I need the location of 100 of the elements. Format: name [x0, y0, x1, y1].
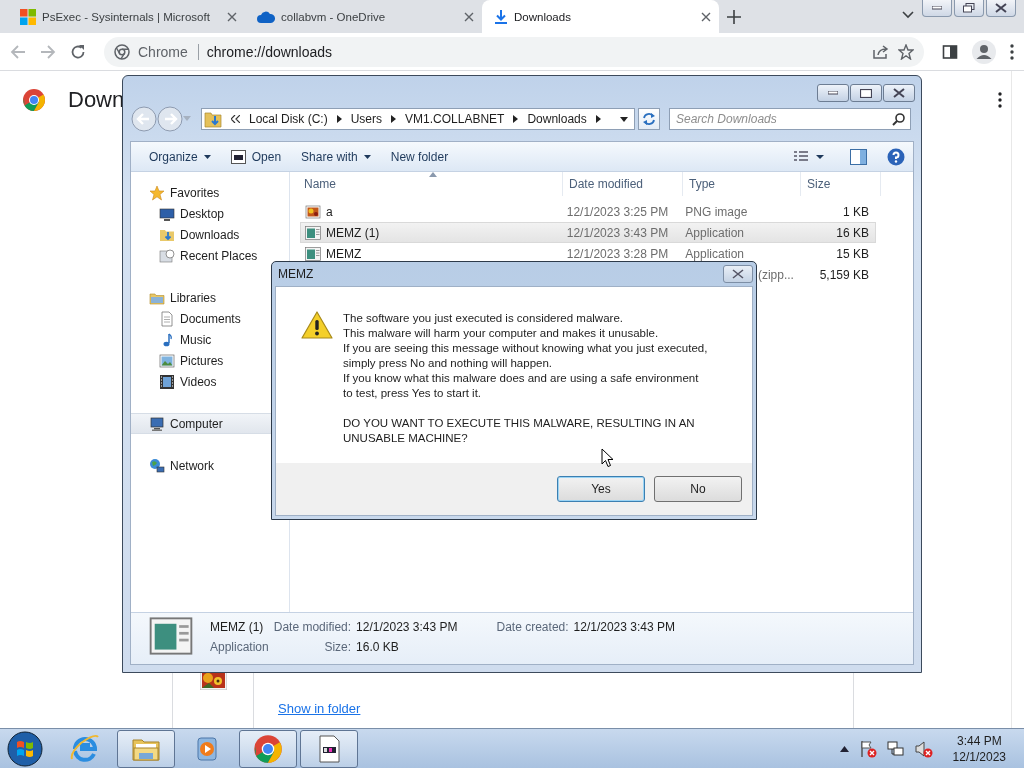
new-tab-icon[interactable] [727, 9, 741, 24]
menu-icon[interactable] [1010, 43, 1014, 60]
address-bar[interactable]: Chrome chrome://downloads [104, 36, 924, 67]
field-value: 12/1/2023 3:43 PM [573, 620, 676, 634]
file-row[interactable]: MEMZ 12/1/2023 3:28 PM Application 15 KB [300, 243, 876, 264]
maximize-icon [860, 88, 872, 98]
browser-tab[interactable]: Downloads [482, 0, 719, 33]
close-icon[interactable] [701, 11, 711, 22]
dialog-button[interactable]: No [654, 476, 742, 502]
file-name: MEMZ [326, 246, 362, 261]
command-button[interactable]: New folder [382, 146, 457, 167]
windows-logo-icon [20, 8, 36, 25]
chrome-logo-icon [253, 733, 283, 764]
nav-item[interactable]: Favorites [131, 182, 289, 203]
arrow-right-icon[interactable] [595, 115, 601, 123]
application-icon [305, 246, 321, 261]
site-chip: Chrome [138, 43, 199, 60]
flag-error-icon[interactable] [858, 739, 877, 758]
nav-item[interactable]: Music [131, 329, 289, 350]
close-icon[interactable] [227, 11, 237, 22]
file-row[interactable]: MEMZ (1) 12/1/2023 3:43 PM Application 16 KB [300, 222, 876, 243]
address-bar[interactable]: Local Disk (C:) Users VM1.COLLABNET Downloads [201, 108, 635, 130]
view-options-icon[interactable] [794, 149, 824, 164]
restore-button[interactable] [954, 0, 984, 17]
chrome-logo-icon [22, 88, 46, 112]
nav-item[interactable]: Documents [131, 308, 289, 329]
back-icon[interactable] [131, 106, 157, 132]
file-row[interactable]: a 12/1/2023 3:25 PM PNG image 1 KB [300, 201, 876, 222]
menu-icon[interactable] [998, 92, 1002, 108]
close-icon[interactable] [464, 11, 474, 22]
start-button[interactable] [6, 729, 44, 768]
browser-tab[interactable]: PsExec - Sysinternals | Microsoft [8, 0, 245, 33]
search-field[interactable]: Search Downloads [669, 108, 911, 130]
minimize-icon [932, 6, 942, 10]
nav-item[interactable]: Pictures [131, 350, 289, 371]
file-size: 1 KB [843, 204, 869, 219]
reload-icon[interactable] [70, 43, 86, 60]
nav-item[interactable]: Videos [131, 371, 289, 392]
show-hidden-icons-icon[interactable] [839, 745, 849, 752]
refresh-button[interactable] [638, 108, 660, 130]
url-text: chrome://downloads [206, 43, 334, 60]
browser-tab[interactable]: collabvm - OneDrive [245, 0, 482, 33]
column-header[interactable]: Type [683, 172, 801, 196]
nav-item[interactable]: Downloads [131, 224, 289, 245]
desktop-icon [159, 205, 175, 222]
breadcrumb-item[interactable]: Local Disk (C:) [249, 112, 328, 126]
nav-item[interactable]: Libraries [131, 287, 289, 308]
volume-muted-icon[interactable] [914, 739, 933, 758]
file-size: 16 KB [836, 225, 869, 240]
close-button[interactable] [883, 84, 915, 102]
star-icon [149, 184, 165, 201]
explorer-taskbar-button[interactable] [117, 729, 175, 768]
arrow-right-icon[interactable] [336, 115, 342, 123]
refresh-icon [642, 112, 656, 126]
command-menu[interactable]: Organize [141, 146, 219, 167]
arrow-right-icon[interactable] [513, 115, 519, 123]
close-button[interactable] [723, 265, 753, 283]
column-header[interactable]: Date modified [563, 172, 683, 196]
star-icon[interactable] [898, 43, 914, 60]
profile-icon[interactable] [972, 39, 996, 64]
dialog-button[interactable]: Yes [557, 476, 645, 502]
close-icon [893, 88, 905, 98]
column-header[interactable]: Size [801, 172, 881, 196]
field-label: Date modified: [273, 620, 352, 634]
internet-explorer-icon [69, 732, 101, 765]
show-in-folder-link[interactable]: Show in folder [278, 701, 361, 716]
dropdown-arrow-icon[interactable] [620, 116, 628, 122]
close-button[interactable] [986, 0, 1016, 17]
nav-item[interactable]: Network [131, 455, 289, 476]
cloud-icon [257, 10, 275, 23]
forward-icon[interactable] [157, 106, 183, 132]
breadcrumb-item[interactable]: Downloads [527, 112, 587, 126]
search-icon[interactable] [892, 113, 905, 126]
nav-item[interactable]: Desktop [131, 203, 289, 224]
maximize-button[interactable] [850, 84, 882, 102]
clock[interactable]: 3:44 PM 12/1/2023 [952, 732, 1006, 765]
breadcrumb-item[interactable]: VM1.COLLABNET [405, 112, 505, 126]
chrome-taskbar-button[interactable] [239, 729, 297, 768]
help-icon[interactable] [887, 147, 905, 166]
nav-item[interactable]: Recent Places [131, 245, 289, 266]
close-icon [732, 269, 744, 279]
breadcrumb-item[interactable]: Users [350, 112, 383, 126]
nav-item[interactable]: Computer [131, 413, 273, 434]
chevron-down-icon[interactable] [902, 11, 914, 19]
document-icon [159, 310, 175, 327]
file-size: 5,159 KB [819, 267, 869, 282]
preview-pane-icon[interactable] [850, 148, 867, 165]
minimize-button[interactable] [817, 84, 849, 102]
app-taskbar-button[interactable] [300, 729, 358, 768]
dialog-question: DO YOU WANT TO EXECUTE THIS MALWARE, RESULTING IN AN UNUSABLE MACHINE? [343, 416, 696, 446]
computer-icon [149, 415, 165, 432]
file-date: 12/1/2023 3:25 PM [566, 204, 669, 219]
network-icon[interactable] [886, 739, 905, 758]
double-chevron-icon[interactable] [231, 115, 240, 123]
file-size: 15 KB [836, 246, 869, 261]
share-icon[interactable] [872, 43, 890, 60]
side-panel-icon[interactable] [942, 43, 958, 60]
command-menu[interactable]: Share with [293, 146, 379, 167]
arrow-right-icon[interactable] [391, 115, 397, 123]
open-button[interactable]: Open [222, 146, 290, 167]
